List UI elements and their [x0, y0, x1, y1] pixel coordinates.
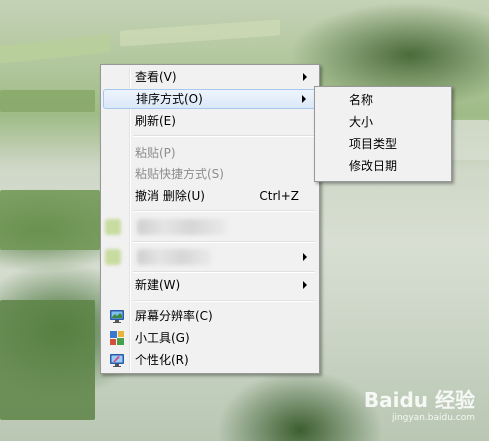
- menu-item-label: 查看(V): [135, 70, 177, 84]
- submenu-item-type[interactable]: 项目类型: [317, 133, 449, 155]
- menu-item-screen-resolution[interactable]: 屏幕分辨率(C): [103, 306, 317, 326]
- wallpaper-field: [0, 300, 95, 420]
- menu-separator: [133, 210, 315, 212]
- watermark-logo: Baidu 经验: [363, 388, 475, 412]
- submenu-arrow-icon: [303, 281, 307, 289]
- menu-item-label: 粘贴快捷方式(S): [135, 167, 224, 181]
- wallpaper-field: [0, 90, 95, 112]
- menu-item-view[interactable]: 查看(V): [103, 67, 317, 87]
- menu-item-refresh[interactable]: 刷新(E): [103, 111, 317, 131]
- menu-item-gadgets[interactable]: 小工具(G): [103, 328, 317, 348]
- submenu-item-label: 名称: [349, 93, 374, 107]
- menu-separator: [133, 241, 315, 243]
- menu-item-paste-shortcut[interactable]: 粘贴快捷方式(S): [103, 164, 317, 184]
- submenu-item-label: 大小: [349, 115, 374, 129]
- menu-item-redacted[interactable]: [103, 217, 317, 237]
- desktop-context-menu: 查看(V) 排序方式(O) 刷新(E) 粘贴(P) 粘贴快捷方式(S) 撤消 删…: [100, 64, 320, 374]
- submenu-item-size[interactable]: 大小: [317, 111, 449, 133]
- submenu-arrow-icon: [303, 73, 307, 81]
- submenu-item-label: 项目类型: [349, 137, 398, 151]
- sort-by-submenu: 名称 大小 项目类型 修改日期: [314, 86, 452, 182]
- baidu-watermark: Baidu 经验 jingyan.baidu.com: [364, 384, 475, 423]
- menu-item-undo-delete[interactable]: 撤消 删除(U) Ctrl+Z: [103, 186, 317, 206]
- menu-item-label: 新建(W): [135, 278, 181, 292]
- redacted-label: [137, 219, 227, 235]
- gadgets-icon: [110, 331, 124, 345]
- menu-item-label: 刷新(E): [135, 114, 176, 128]
- personalize-icon: [110, 354, 124, 367]
- menu-item-label: 个性化(R): [135, 353, 189, 367]
- menu-item-label: 小工具(G): [135, 331, 190, 345]
- menu-item-label: 撤消 删除(U): [135, 189, 205, 203]
- menu-item-paste[interactable]: 粘贴(P): [103, 143, 317, 163]
- redacted-icon: [105, 219, 121, 235]
- submenu-item-date-modified[interactable]: 修改日期: [317, 155, 449, 177]
- redacted-icon: [105, 249, 121, 265]
- menu-item-personalize[interactable]: 个性化(R): [103, 350, 317, 370]
- wallpaper-field: [0, 34, 110, 64]
- menu-item-label: 排序方式(O): [136, 92, 203, 106]
- wallpaper-field: [0, 190, 100, 250]
- redacted-label: [137, 249, 212, 265]
- submenu-item-name[interactable]: 名称: [317, 89, 449, 111]
- submenu-arrow-icon: [302, 95, 306, 103]
- menu-separator: [133, 135, 315, 137]
- menu-item-redacted-submenu[interactable]: [103, 247, 317, 267]
- menu-item-shortcut: Ctrl+Z: [259, 189, 299, 203]
- menu-separator: [133, 300, 315, 302]
- menu-item-sort-by[interactable]: 排序方式(O): [103, 89, 317, 109]
- menu-item-label: 粘贴(P): [135, 146, 176, 160]
- menu-item-new[interactable]: 新建(W): [103, 275, 317, 295]
- monitor-icon: [110, 310, 124, 323]
- watermark-url: jingyan.baidu.com: [391, 413, 475, 423]
- submenu-item-label: 修改日期: [349, 159, 398, 173]
- menu-separator: [133, 271, 315, 273]
- wallpaper-field: [120, 19, 280, 47]
- menu-item-label: 屏幕分辨率(C): [135, 309, 213, 323]
- submenu-arrow-icon: [303, 253, 307, 261]
